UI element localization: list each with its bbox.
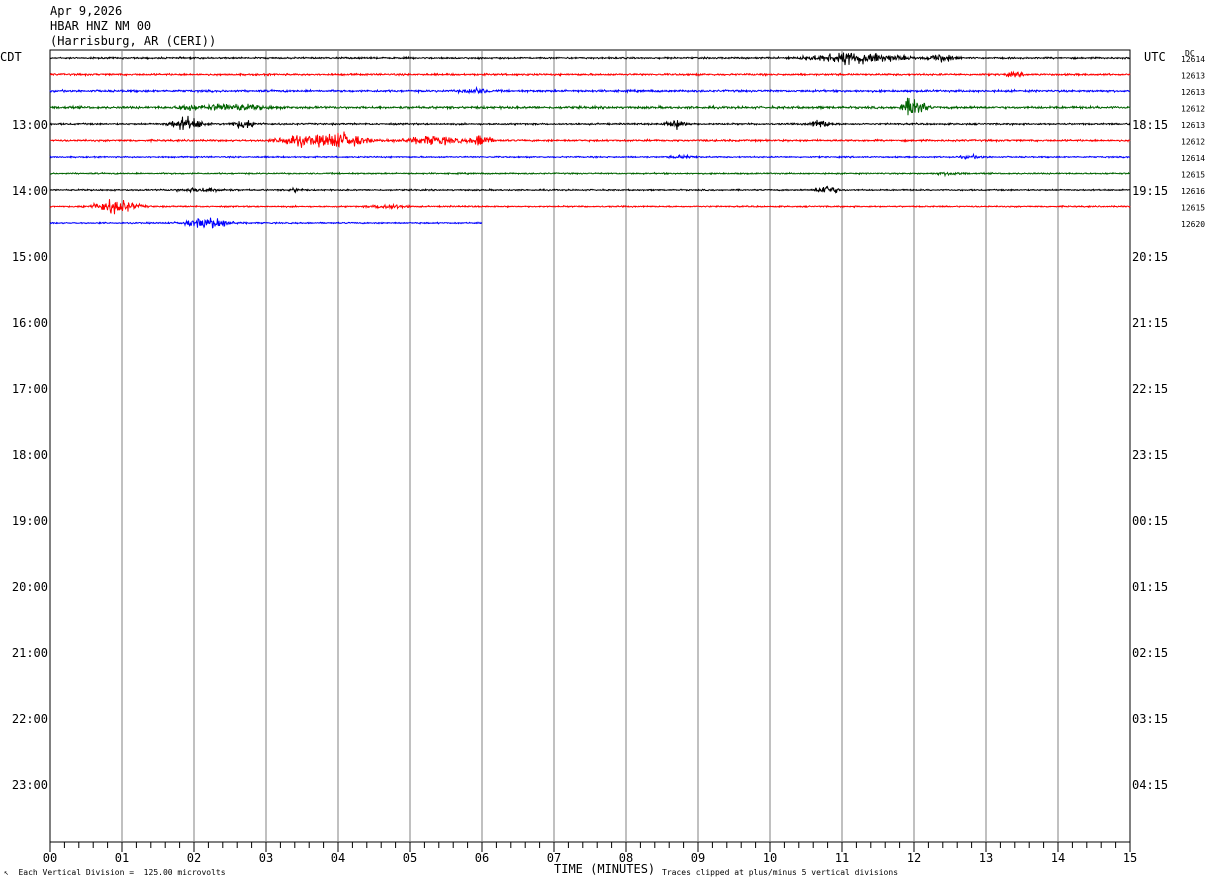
- right-hour-label: 01:15: [1132, 580, 1168, 594]
- left-hour-label: 14:00: [12, 184, 48, 198]
- dc-offset-label: 12612: [1181, 138, 1205, 147]
- right-hour-label: 19:15: [1132, 184, 1168, 198]
- trace-line: [49, 185, 1131, 194]
- left-hour-label: 21:00: [12, 646, 48, 660]
- right-hour-label: 21:15: [1132, 316, 1168, 330]
- x-tick-label: 07: [547, 851, 561, 865]
- x-tick-label: 02: [187, 851, 201, 865]
- x-tick-label: 12: [907, 851, 921, 865]
- dc-offset-label: 12613: [1181, 72, 1205, 81]
- dc-offset-label: 12612: [1181, 105, 1205, 114]
- seismogram-plot: 00 01 02 03 04 05 06 07 08 09 10 11 12 13 14 15 13:00 14:…: [12, 49, 1205, 865]
- x-tick-label: 11: [835, 851, 849, 865]
- right-hour-label: 18:15: [1132, 118, 1168, 132]
- x-tick-label: 00: [43, 851, 57, 865]
- right-hour-label: 04:15: [1132, 778, 1168, 792]
- left-hour-label: 13:00: [12, 118, 48, 132]
- trace-line: [49, 52, 1131, 66]
- right-hour-label: 22:15: [1132, 382, 1168, 396]
- dc-offset-label: 12616: [1181, 187, 1205, 196]
- trace-line: [49, 152, 1131, 160]
- x-tick-label: 10: [763, 851, 777, 865]
- dc-offset-label: 12614: [1181, 55, 1205, 64]
- x-tick-label: 01: [115, 851, 129, 865]
- right-hour-label: 23:15: [1132, 448, 1168, 462]
- x-tick-label: 15: [1123, 851, 1137, 865]
- trace-line: [49, 97, 1131, 116]
- dc-offset-label: 12615: [1181, 204, 1205, 213]
- trace-line: [49, 199, 1131, 215]
- left-hour-label: 23:00: [12, 778, 48, 792]
- left-hour-label: 19:00: [12, 514, 48, 528]
- x-tick-label: 05: [403, 851, 417, 865]
- x-tick-label: 04: [331, 851, 345, 865]
- trace-line: [50, 115, 1131, 130]
- left-hour-label: 17:00: [12, 382, 48, 396]
- trace-line: [49, 131, 1131, 148]
- x-tick-label: 08: [619, 851, 633, 865]
- dc-offset-label: 12613: [1181, 121, 1205, 130]
- trace-line: [49, 70, 1131, 78]
- x-tick-label: 09: [691, 851, 705, 865]
- right-hour-label: 20:15: [1132, 250, 1168, 264]
- dc-offset-label: 12615: [1181, 171, 1205, 180]
- x-tick-label: 13: [979, 851, 993, 865]
- dc-offset-label: 12613: [1181, 88, 1205, 97]
- right-hour-label: 00:15: [1132, 514, 1168, 528]
- trace-line: [50, 171, 1131, 178]
- left-hour-label: 16:00: [12, 316, 48, 330]
- right-hour-label: 03:15: [1132, 712, 1168, 726]
- x-tick-label: 06: [475, 851, 489, 865]
- left-hour-label: 22:00: [12, 712, 48, 726]
- left-hour-label: 15:00: [12, 250, 48, 264]
- dc-offset-label: 12620: [1181, 220, 1205, 229]
- left-hour-label: 18:00: [12, 448, 48, 462]
- plot-frame: [49, 49, 1131, 843]
- trace-line: [49, 85, 1131, 95]
- dc-offset-label: 12614: [1181, 154, 1205, 163]
- x-tick-label: 14: [1051, 851, 1065, 865]
- x-tick-label: 03: [259, 851, 273, 865]
- right-hour-label: 02:15: [1132, 646, 1168, 660]
- left-hour-label: 20:00: [12, 580, 48, 594]
